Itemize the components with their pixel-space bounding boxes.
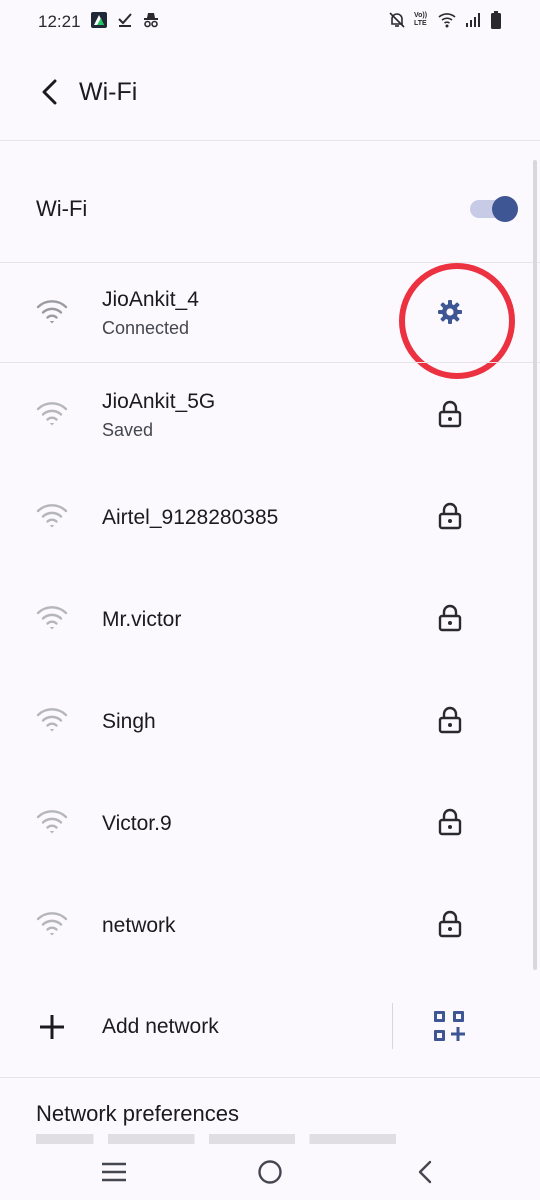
incognito-icon bbox=[144, 13, 158, 28]
recents-button[interactable] bbox=[89, 1152, 139, 1192]
network-preferences-title[interactable]: Network preferences bbox=[36, 1101, 239, 1127]
battery-icon bbox=[491, 11, 501, 29]
network-row-jioankit-5g[interactable]: JioAnkit_5G Saved bbox=[0, 364, 540, 466]
plus-icon bbox=[40, 1015, 64, 1039]
wifi-icon bbox=[36, 810, 68, 834]
app-bar: Wi-Fi bbox=[0, 44, 540, 140]
volte-icon: Vo)) LTE bbox=[414, 12, 428, 27]
status-left-icons bbox=[90, 11, 160, 29]
wifi-icon bbox=[36, 912, 68, 936]
app-notification-icon bbox=[91, 12, 107, 28]
navigation-bar bbox=[0, 1144, 540, 1200]
network-name: Mr.victor bbox=[102, 608, 182, 631]
switch-thumb bbox=[492, 196, 518, 222]
network-name: JioAnkit_5G bbox=[102, 390, 216, 413]
network-name: Airtel_9128280385 bbox=[102, 506, 279, 529]
status-time: 12:21 bbox=[38, 12, 81, 31]
network-name: network bbox=[102, 914, 176, 937]
network-row-victor-9[interactable]: Victor.9 bbox=[0, 772, 540, 874]
network-status: Saved bbox=[102, 420, 154, 440]
back-chevron-icon bbox=[418, 1160, 432, 1184]
network-lock bbox=[430, 802, 470, 842]
scrollbar[interactable] bbox=[533, 160, 537, 970]
network-row-airtel[interactable]: Airtel_9128280385 bbox=[0, 466, 540, 568]
add-network-divider bbox=[0, 1077, 540, 1078]
lock-icon bbox=[438, 808, 462, 836]
wifi-toggle-row[interactable]: Wi-Fi bbox=[0, 142, 540, 262]
network-lock bbox=[430, 904, 470, 944]
qr-code-scan-icon[interactable] bbox=[432, 1009, 466, 1043]
check-download-icon bbox=[118, 13, 132, 27]
wifi-icon bbox=[36, 300, 68, 324]
lock-icon bbox=[438, 502, 462, 530]
page-title: Wi-Fi bbox=[79, 78, 138, 106]
cellular-signal-icon bbox=[466, 13, 480, 27]
wifi-toggle-label: Wi-Fi bbox=[36, 196, 88, 221]
bell-off-icon bbox=[389, 12, 405, 28]
lock-icon bbox=[438, 604, 462, 632]
wifi-switch[interactable] bbox=[470, 196, 518, 222]
network-status: Connected bbox=[102, 318, 190, 338]
network-preferences-summary bbox=[36, 1134, 396, 1144]
network-lock bbox=[430, 394, 470, 434]
network-name: Victor.9 bbox=[102, 812, 172, 835]
system-back-button[interactable] bbox=[400, 1152, 450, 1192]
status-bar: 12:21 Vo)) LTE bbox=[0, 0, 540, 44]
menu-icon bbox=[102, 1162, 126, 1182]
add-network-row[interactable]: Add network bbox=[0, 975, 540, 1077]
network-name: JioAnkit_4 bbox=[102, 288, 199, 311]
connected-divider bbox=[0, 362, 540, 363]
lock-icon bbox=[438, 400, 462, 428]
network-name: Singh bbox=[102, 710, 156, 733]
back-button[interactable] bbox=[32, 72, 68, 112]
lock-icon bbox=[438, 910, 462, 938]
home-button[interactable] bbox=[245, 1152, 295, 1192]
lock-icon bbox=[438, 706, 462, 734]
network-lock bbox=[430, 598, 470, 638]
wifi-icon bbox=[36, 708, 68, 732]
chevron-left-icon bbox=[42, 79, 57, 105]
wifi-icon bbox=[36, 504, 68, 528]
wifi-icon bbox=[36, 402, 68, 426]
add-network-separator bbox=[392, 1003, 393, 1049]
network-row-mr-victor[interactable]: Mr.victor bbox=[0, 568, 540, 670]
network-lock bbox=[430, 700, 470, 740]
header-divider bbox=[0, 140, 540, 141]
wifi-status-icon bbox=[438, 13, 456, 28]
network-lock bbox=[430, 496, 470, 536]
network-row-network[interactable]: network bbox=[0, 874, 540, 976]
status-right-icons: Vo)) LTE bbox=[388, 11, 502, 29]
network-row-singh[interactable]: Singh bbox=[0, 670, 540, 772]
wifi-icon bbox=[36, 606, 68, 630]
home-circle-icon bbox=[258, 1160, 282, 1184]
add-network-label: Add network bbox=[102, 1015, 219, 1038]
